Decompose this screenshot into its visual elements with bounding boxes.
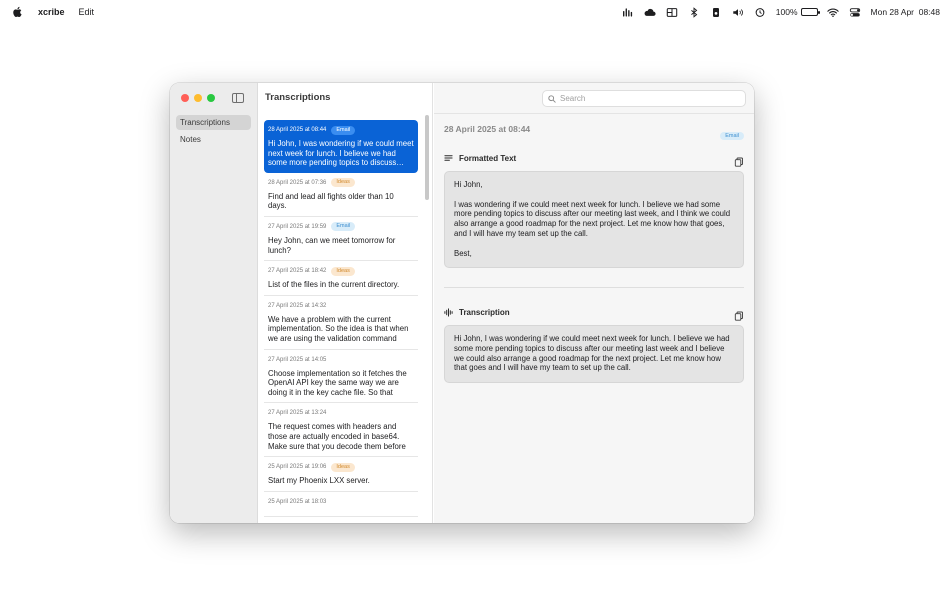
list-item[interactable]: 25 April 2025 at 18:03 (264, 492, 418, 517)
list-item-text: Choose implementation so it fetches the … (268, 368, 407, 397)
list-item-date: 25 April 2025 at 19:06 (268, 464, 327, 471)
copy-icon (734, 311, 743, 321)
list-item-meta: 27 April 2025 at 14:05 (268, 355, 414, 365)
email-badge: Email (331, 222, 356, 232)
app-menu[interactable]: xcribe (38, 7, 65, 17)
detail-tag-badge: Email (720, 124, 744, 142)
formatted-text-box[interactable]: Hi John, I was wondering if we could mee… (444, 171, 744, 268)
list-item-text: Hey John, can we meet tomorrow for lunch… (268, 235, 396, 255)
copy-icon (734, 157, 743, 167)
search-input[interactable] (560, 94, 740, 103)
formatted-text-title: Formatted Text (459, 154, 517, 163)
list-item-text: Start my Phoenix LXX server. (268, 476, 370, 486)
text-lines-icon (444, 155, 453, 161)
list-item[interactable]: 28 April 2025 at 08:44 Email Hi John, I wa… (264, 120, 418, 173)
list-item-meta: 25 April 2025 at 18:03 (268, 497, 414, 507)
copy-formatted-button[interactable] (734, 154, 744, 167)
list-item-text: Find and lead all fights older than 10 d… (268, 191, 394, 211)
list-title: Transcriptions (265, 92, 331, 103)
window-grid-icon[interactable] (666, 6, 679, 18)
transcription-box[interactable]: Hi John, I was wondering if we could mee… (444, 325, 744, 383)
copy-transcription-button[interactable] (734, 308, 744, 321)
battery-status[interactable]: 100% (775, 7, 820, 17)
list-item-date: 27 April 2025 at 13:24 (268, 410, 327, 417)
clock[interactable]: Mon 28 Apr 08:48 (871, 7, 940, 17)
formatted-signoff: Best, (454, 248, 472, 258)
section-divider (444, 287, 744, 288)
cloud-icon[interactable] (644, 6, 657, 18)
list-item[interactable]: 27 April 2025 at 19:59 Email Hey John, can… (264, 217, 418, 262)
ideas-badge: Ideas (331, 462, 355, 472)
list-item[interactable]: 25 April 2025 at 19:06 Ideas Start my Phoe… (264, 457, 418, 492)
wifi-icon[interactable] (827, 6, 840, 18)
list-item-meta: 25 April 2025 at 19:06 Ideas (268, 462, 414, 472)
formatted-text-header: Formatted Text (444, 154, 516, 163)
detail-pane: 28 April 2025 at 08:44 Email Formatted T… (434, 83, 754, 523)
list-item-meta: 27 April 2025 at 14:32 (268, 301, 414, 311)
sidebar-item-transcriptions[interactable]: Transcriptions (176, 115, 251, 130)
toolbar-divider (434, 113, 754, 114)
window-controls (181, 94, 215, 102)
app-window: Transcriptions Notes Transcriptions 28 A… (170, 83, 754, 523)
transcription-title: Transcription (459, 308, 510, 317)
list-item-meta: 28 April 2025 at 07:36 Ideas (268, 178, 414, 188)
transcription-header: Transcription (444, 308, 510, 317)
bluetooth-icon[interactable] (688, 6, 701, 18)
sidebar-toggle-icon[interactable] (232, 93, 244, 103)
device-icon[interactable] (710, 6, 723, 18)
minimize-window-button[interactable] (194, 94, 202, 102)
list-item-meta: 27 April 2025 at 19:59 Email (268, 222, 414, 232)
list-item-text: The request comes with headers and those… (268, 422, 406, 451)
transcription-list: 28 April 2025 at 08:44 Email Hi John, I wa… (264, 120, 418, 523)
search-icon (548, 94, 556, 103)
list-item-date: 27 April 2025 at 14:32 (268, 302, 327, 309)
list-item-text: List of the files in the current directo… (268, 280, 400, 290)
close-window-button[interactable] (181, 94, 189, 102)
search-field[interactable] (542, 90, 746, 107)
list-item[interactable]: 27 April 2025 at 14:05 Choose implementat… (264, 350, 418, 404)
time-machine-icon[interactable] (754, 6, 767, 18)
detail-date: 28 April 2025 at 08:44 (444, 124, 531, 134)
list-item-meta: 28 April 2025 at 08:44 Email (268, 125, 414, 135)
email-badge: Email (720, 132, 744, 140)
waveform-icon (444, 308, 453, 317)
menu-bar: xcribe Edit 100% Mon 28 Apr 08:48 (0, 0, 950, 24)
zoom-window-button[interactable] (207, 94, 215, 102)
list-item-date: 28 April 2025 at 08:44 (268, 127, 327, 133)
list-item-text: Hi John, I was wondering if we could mee… (268, 139, 414, 168)
edit-menu[interactable]: Edit (79, 7, 95, 17)
email-badge: Email (331, 125, 356, 135)
list-item-date: 27 April 2025 at 18:42 (268, 268, 327, 275)
list-item-date: 25 April 2025 at 18:03 (268, 498, 327, 505)
ideas-badge: Ideas (331, 266, 355, 276)
formatted-body: I was wondering if we could meet next we… (454, 199, 731, 238)
list-scrollbar[interactable] (425, 115, 429, 200)
transcription-list-pane: Transcriptions 28 April 2025 at 08:44 Ema… (258, 83, 433, 523)
list-item[interactable]: 28 April 2025 at 07:36 Ideas Find and lead… (264, 173, 418, 217)
transcription-text: Hi John, I was wondering if we could mee… (454, 334, 730, 373)
audio-meter-icon[interactable] (622, 6, 635, 18)
apple-icon[interactable] (12, 6, 24, 18)
sidebar-item-notes[interactable]: Notes (176, 132, 251, 147)
list-item-meta: 27 April 2025 at 18:42 Ideas (268, 266, 414, 276)
list-item[interactable]: 27 April 2025 at 13:24 The request comes … (264, 403, 418, 458)
list-item[interactable]: 27 April 2025 at 18:42 Ideas List of the f… (264, 261, 418, 296)
volume-icon[interactable] (732, 6, 745, 18)
ideas-badge: Ideas (331, 178, 355, 188)
control-center-icon[interactable] (849, 6, 862, 18)
sidebar: Transcriptions Notes (170, 83, 258, 523)
list-item-date: 27 April 2025 at 14:05 (268, 356, 327, 363)
list-item[interactable]: 27 April 2025 at 14:32 We have a problem … (264, 296, 418, 350)
list-item-date: 27 April 2025 at 19:59 (268, 223, 327, 230)
battery-icon (800, 8, 820, 16)
list-item-date: 28 April 2025 at 07:36 (268, 179, 327, 186)
formatted-greeting: Hi John, (454, 180, 483, 189)
battery-percent: 100% (775, 7, 798, 17)
list-item-meta: 27 April 2025 at 13:24 (268, 408, 414, 418)
list-item-text: We have a problem with the current imple… (268, 314, 409, 343)
